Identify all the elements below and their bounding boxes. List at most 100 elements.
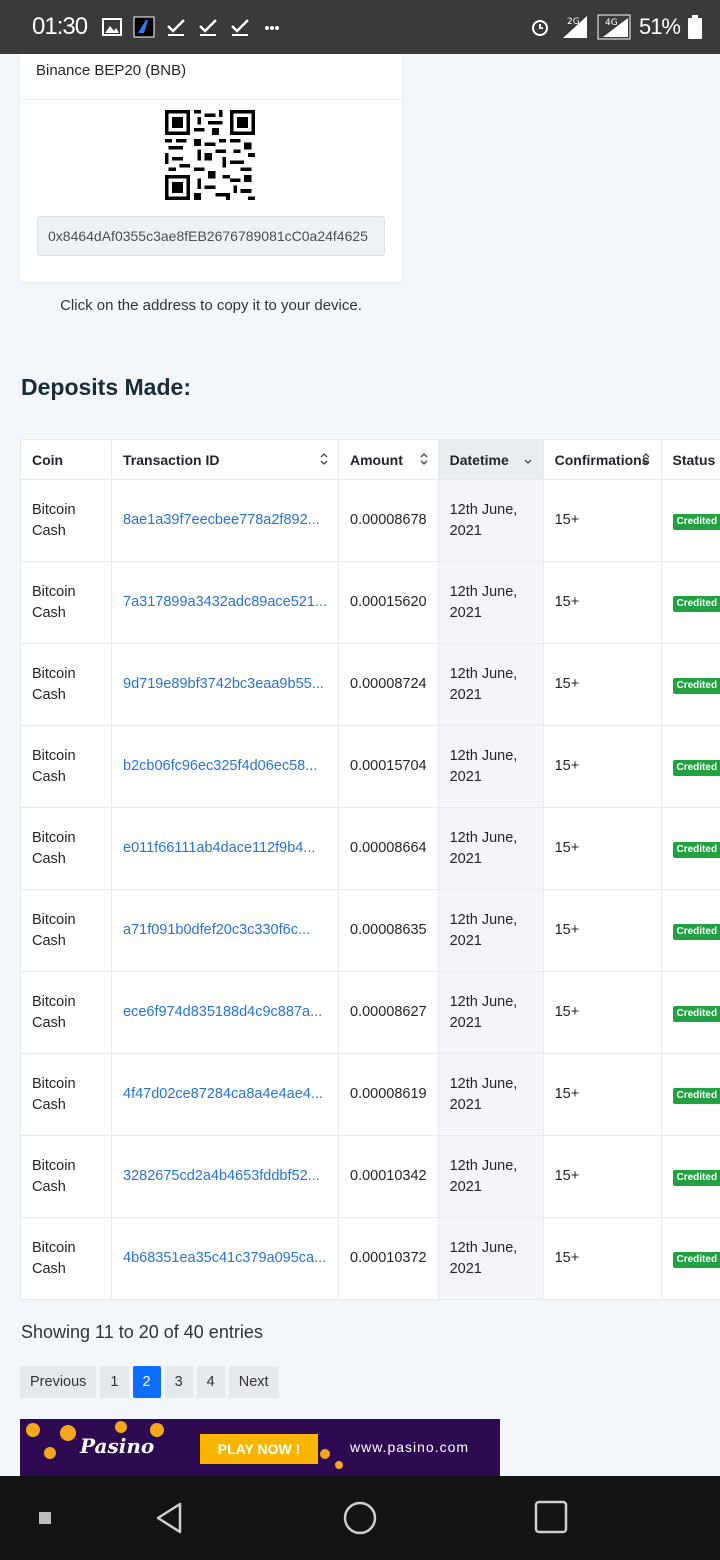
signal-icon: 4G (597, 14, 631, 40)
overview-square-icon[interactable] (534, 1500, 568, 1534)
confirmations-cell: 15+ (542, 1053, 662, 1136)
col-header-status[interactable]: Status (660, 439, 720, 480)
transaction-id-link[interactable]: 9d719e89bf3742bc3eaa9b55... (123, 676, 324, 692)
navigation-bar (0, 1476, 720, 1560)
coin-cell: Bitcoin Cash (20, 1217, 112, 1300)
ad-logo: Pasino (80, 1434, 155, 1458)
previous-page-button[interactable]: Previous (20, 1366, 97, 1398)
confirmations-cell: 15+ (542, 725, 662, 808)
col-header-transaction-id[interactable]: Transaction ID (111, 439, 339, 480)
coin-cell: Bitcoin Cash (32, 1157, 76, 1195)
back-triangle-icon[interactable] (152, 1500, 186, 1536)
transaction-id-link[interactable]: 7a317899a3432adc89ace521... (123, 594, 327, 610)
coin-cell: Bitcoin Cash (20, 725, 112, 808)
datetime-cell: 12th June, 2021 (437, 1053, 544, 1136)
transaction-id-link[interactable]: 4f47d02ce87284ca8a4e4ae4... (123, 1086, 323, 1102)
system-icons: 2G 4G 51% (529, 14, 702, 40)
table-row: Bitcoin Cash a71f091b0dfef20c3c330f6c... 0… (20, 889, 720, 972)
confirmations-cell: 15+ (542, 479, 662, 562)
coin-cell: Bitcoin Cash (20, 1135, 112, 1218)
recents-square-icon[interactable] (38, 1511, 52, 1525)
coin-graphic (44, 1447, 56, 1459)
datetime-cell: 12th June, 2021 (449, 1075, 518, 1113)
coin-cell: Bitcoin Cash (32, 911, 76, 949)
page-1-button[interactable]: 1 (100, 1366, 129, 1398)
datetime-cell: 12th June, 2021 (449, 583, 518, 621)
datetime-cell: 12th June, 2021 (449, 501, 518, 539)
amount-cell: 0.00008678 (350, 512, 427, 528)
col-header-confirmations[interactable]: Confirmations (542, 439, 662, 480)
wallet-address-field[interactable]: 0x8464dAf0355c3ae8fEB2676789081cC0a24f46… (37, 216, 385, 256)
transaction-id-link[interactable]: e011f66111ab4dace112f9b4... (123, 840, 315, 856)
coin-cell: Bitcoin Cash (20, 479, 112, 562)
sort-icon (320, 453, 328, 465)
coin-cell: Bitcoin Cash (20, 561, 112, 644)
amount-cell: 0.00015620 (350, 594, 427, 610)
qr-code (165, 110, 255, 200)
amount-cell: 0.00010372 (338, 1217, 439, 1300)
page-4-button[interactable]: 4 (196, 1366, 225, 1398)
table-row: Bitcoin Cash b2cb06fc96ec325f4d06ec58... 0… (20, 725, 720, 808)
next-page-button[interactable]: Next (228, 1366, 279, 1398)
coin-graphic (335, 1461, 343, 1469)
amount-cell: 0.00015704 (338, 725, 439, 808)
coin-cell: Bitcoin Cash (32, 747, 76, 785)
notification-icons (101, 16, 283, 38)
confirmations-cell: 15+ (542, 889, 662, 972)
coin-cell: Bitcoin Cash (32, 1075, 76, 1113)
pagination: Previous 1 2 3 4 Next (20, 1366, 279, 1398)
datetime-cell: 12th June, 2021 (437, 643, 544, 726)
coin-graphic (26, 1423, 40, 1437)
ad-play-now-button[interactable]: PLAY NOW ! (200, 1434, 318, 1464)
transaction-id-link[interactable]: ece6f974d835188d4c9c887a... (123, 1004, 322, 1020)
transaction-id-cell: e011f66111ab4dace112f9b4... (111, 807, 339, 890)
network-1-label: 2G (567, 17, 580, 27)
transaction-id-cell: 4b68351ea35c41c379a095ca... (111, 1217, 339, 1300)
col-header-datetime[interactable]: Datetime (437, 439, 544, 480)
confirmations-cell: 15+ (554, 1168, 580, 1184)
confirmations-cell: 15+ (554, 840, 580, 856)
datetime-cell: 12th June, 2021 (437, 807, 544, 890)
page-content: Binance BEP20 (BNB) 0x8464dAf0355c3ae8fE… (0, 54, 720, 1476)
page-3-button[interactable]: 3 (164, 1366, 193, 1398)
confirmations-cell: 15+ (542, 971, 662, 1054)
coin-graphic (115, 1421, 127, 1433)
transaction-id-link[interactable]: 4b68351ea35c41c379a095ca... (123, 1250, 326, 1266)
datetime-cell: 12th June, 2021 (437, 971, 544, 1054)
home-circle-icon[interactable] (342, 1500, 378, 1536)
coin-cell: Bitcoin Cash (32, 665, 76, 703)
confirmations-cell: 15+ (554, 594, 580, 610)
ad-banner[interactable]: Pasino PLAY NOW ! www.pasino.com (20, 1419, 500, 1476)
status-cell: Credited (660, 643, 720, 726)
status-badge: Credited (672, 1088, 720, 1104)
datetime-cell: 12th June, 2021 (437, 725, 544, 808)
confirmations-cell: 15+ (554, 1086, 580, 1102)
page-2-button[interactable]: 2 (132, 1366, 161, 1398)
amount-cell: 0.00008664 (338, 807, 439, 890)
network-label: Binance BEP20 (BNB) (20, 54, 402, 100)
amount-cell: 0.00010372 (350, 1250, 427, 1266)
transaction-id-link[interactable]: 3282675cd2a4b4653fddbf52... (123, 1168, 320, 1184)
status-badge: Credited (672, 596, 720, 612)
transaction-id-link[interactable]: a71f091b0dfef20c3c330f6c... (123, 922, 310, 938)
transaction-id-link[interactable]: 8ae1a39f7eecbee778a2f892... (123, 512, 320, 528)
transaction-id-link[interactable]: b2cb06fc96ec325f4d06ec58... (123, 758, 317, 774)
table-row: Bitcoin Cash 9d719e89bf3742bc3eaa9b55... 0… (20, 643, 720, 726)
amount-cell: 0.00015620 (338, 561, 439, 644)
table-row: Bitcoin Cash 3282675cd2a4b4653fddbf52... 0… (20, 1135, 720, 1218)
ad-url: www.pasino.com (350, 1439, 470, 1455)
datetime-cell: 12th June, 2021 (449, 747, 518, 785)
col-header-coin[interactable]: Coin (20, 439, 112, 480)
coin-cell: Bitcoin Cash (32, 829, 76, 867)
amount-cell: 0.00008724 (338, 643, 439, 726)
coin-graphic (60, 1425, 76, 1441)
status-badge: Credited (672, 514, 720, 530)
confirmations-cell: 15+ (542, 807, 662, 890)
datetime-cell: 12th June, 2021 (449, 665, 518, 703)
status-badge: Credited (672, 678, 720, 694)
datetime-cell: 12th June, 2021 (437, 1135, 544, 1218)
confirmations-cell: 15+ (554, 1250, 580, 1266)
col-header-amount[interactable]: Amount (338, 439, 439, 480)
datetime-cell: 12th June, 2021 (449, 911, 518, 949)
confirmations-cell: 15+ (542, 1135, 662, 1218)
